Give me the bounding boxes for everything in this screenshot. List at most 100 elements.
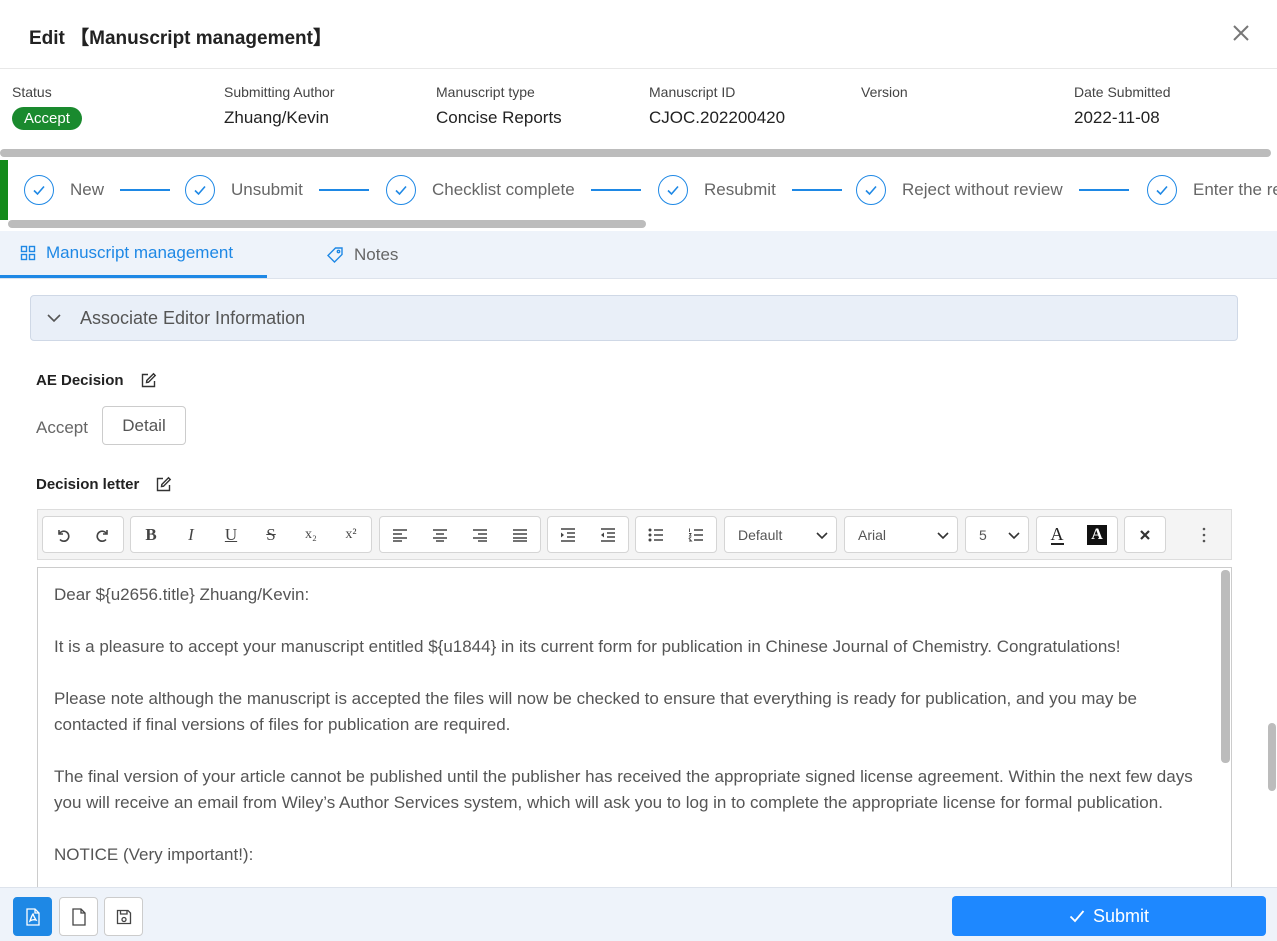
version-field: Version [861, 84, 908, 108]
id-field: Manuscript ID CJOC.202200420 [649, 84, 785, 128]
underline-button[interactable]: U [211, 517, 251, 552]
main-content: Associate Editor Information AE Decision… [0, 279, 1277, 887]
document-button[interactable] [59, 897, 98, 936]
tab-notes[interactable]: Notes [326, 231, 398, 278]
more-options-icon[interactable] [1184, 517, 1224, 552]
clear-group [1124, 516, 1166, 553]
submit-button[interactable]: Submit [952, 896, 1266, 936]
step-label: Reject without review [902, 180, 1063, 199]
steps-horizontal-scrollbar[interactable] [8, 220, 646, 228]
align-center-icon[interactable] [420, 517, 460, 552]
history-group [42, 516, 124, 553]
tab-bar: Manuscript management Notes [0, 231, 1277, 279]
ae-decision-label: AE Decision [36, 372, 124, 389]
step-connector [590, 189, 641, 191]
author-value: Zhuang/Kevin [224, 108, 329, 127]
date-value: 2022-11-08 [1074, 108, 1160, 127]
date-label: Date Submitted [1074, 84, 1171, 100]
pdf-button[interactable] [13, 897, 52, 936]
check-icon [185, 175, 215, 205]
check-icon [658, 175, 688, 205]
step-connector [791, 189, 842, 191]
save-button[interactable] [104, 897, 143, 936]
page-vertical-scrollbar[interactable] [1268, 723, 1276, 791]
font-color-icon: A [1050, 523, 1064, 545]
redo-icon[interactable] [83, 517, 123, 552]
type-value: Concise Reports [436, 108, 562, 127]
bold-button[interactable]: B [131, 517, 171, 552]
font-size-select-value: 5 [979, 526, 987, 543]
info-horizontal-scrollbar[interactable] [0, 149, 1271, 157]
clear-format-icon[interactable] [1125, 517, 1165, 552]
associate-editor-collapse[interactable]: Associate Editor Information [30, 295, 1238, 341]
step-connector [120, 189, 171, 191]
background-color-button[interactable]: A [1077, 517, 1117, 552]
submit-label: Submit [1092, 905, 1150, 926]
font-size-select[interactable]: 5 [965, 516, 1029, 553]
version-label: Version [861, 84, 908, 100]
align-justify-icon[interactable] [500, 517, 540, 552]
dialog-footer: Submit [0, 887, 1277, 941]
type-field: Manuscript type Concise Reports [436, 84, 562, 128]
decision-letter-label: Decision letter [36, 476, 140, 493]
step-enter[interactable]: Enter the re [1147, 175, 1277, 205]
close-icon[interactable] [1230, 22, 1252, 44]
dialog-title: Edit 【Manuscript management】 [29, 28, 332, 49]
chevron-down-icon [1008, 527, 1020, 543]
edit-icon[interactable] [155, 476, 172, 493]
id-label: Manuscript ID [649, 84, 736, 100]
chevron-down-icon [937, 527, 949, 543]
font-family-select[interactable]: Arial [844, 516, 958, 553]
font-family-select-value: Arial [858, 526, 887, 543]
step-new[interactable]: New [24, 175, 171, 205]
dialog-header: Edit 【Manuscript management】 [0, 0, 1277, 69]
step-label: New [70, 180, 105, 199]
editor-content: Dear ${u2656.title} Zhuang/Kevin: It is … [54, 582, 1204, 887]
current-indicator [0, 160, 8, 220]
subscript-button[interactable]: x₂ [291, 517, 331, 552]
color-group: A A [1036, 516, 1118, 553]
undo-icon[interactable] [43, 517, 83, 552]
step-connector [1078, 189, 1129, 191]
letter-paragraph: Please note although the manuscript is a… [54, 689, 1137, 734]
align-left-icon[interactable] [380, 517, 420, 552]
status-label: Status [12, 84, 52, 100]
tab-manuscript-management[interactable]: Manuscript management [0, 231, 267, 278]
text-style-group: B I U S x₂ x² [130, 516, 372, 553]
strikethrough-button[interactable]: S [251, 517, 291, 552]
date-field: Date Submitted 2022-11-08 [1074, 84, 1171, 128]
numbered-list-icon[interactable] [676, 517, 716, 552]
ae-decision-heading: AE Decision [36, 372, 157, 389]
step-label: Checklist complete [432, 180, 575, 199]
check-icon [856, 175, 886, 205]
decision-letter-editor[interactable]: Dear ${u2656.title} Zhuang/Kevin: It is … [37, 567, 1232, 887]
edit-icon[interactable] [140, 372, 157, 389]
author-label: Submitting Author [224, 84, 335, 100]
grid-icon [20, 245, 36, 261]
superscript-button[interactable]: x² [331, 517, 371, 552]
bullet-list-icon[interactable] [636, 517, 676, 552]
align-right-icon[interactable] [460, 517, 500, 552]
format-select[interactable]: Default [724, 516, 837, 553]
indent-icon[interactable] [548, 517, 588, 552]
font-color-button[interactable]: A [1037, 517, 1077, 552]
step-reject-without-review[interactable]: Reject without review [856, 175, 1129, 205]
step-checklist-complete[interactable]: Checklist complete [386, 175, 641, 205]
check-icon [24, 175, 54, 205]
editor-vertical-scrollbar[interactable] [1221, 570, 1230, 763]
italic-button[interactable]: I [171, 517, 211, 552]
collapse-title: Associate Editor Information [80, 307, 306, 328]
tab-label: Manuscript management [46, 243, 234, 262]
tag-icon [326, 246, 344, 264]
chevron-down-icon [816, 527, 828, 543]
manuscript-info: Status Accept Submitting Author Zhuang/K… [0, 69, 1277, 149]
detail-button[interactable]: Detail [102, 406, 186, 445]
status-field: Status Accept [12, 84, 82, 130]
step-connector [318, 189, 369, 191]
step-label: Resubmit [704, 180, 776, 199]
letter-paragraph: Dear ${u2656.title} Zhuang/Kevin: [54, 585, 310, 604]
step-resubmit[interactable]: Resubmit [658, 175, 842, 205]
step-unsubmit[interactable]: Unsubmit [185, 175, 369, 205]
outdent-icon[interactable] [588, 517, 628, 552]
letter-paragraph: It is a pleasure to accept your manuscri… [54, 637, 1121, 656]
